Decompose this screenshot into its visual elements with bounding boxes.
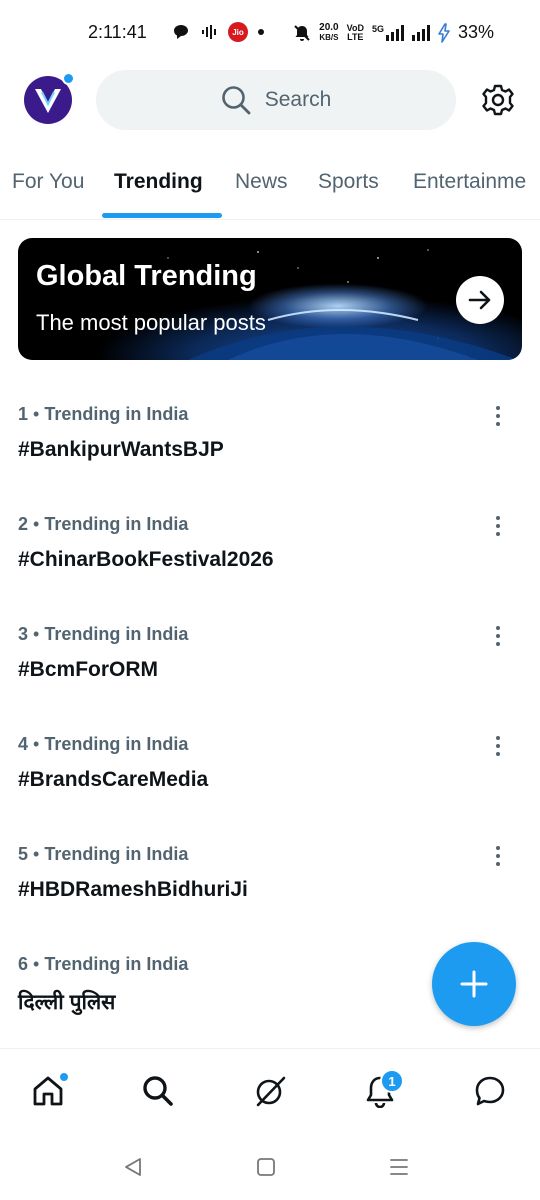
top-header: Search [0, 68, 540, 134]
trend-row[interactable]: 4 • Trending in India #BrandsCareMedia [0, 734, 540, 844]
more-options-icon[interactable] [488, 404, 508, 428]
active-tab-indicator [102, 213, 222, 218]
search-input[interactable]: Search [96, 70, 456, 130]
gear-icon [482, 84, 514, 116]
trend-meta: 2 • Trending in India [18, 514, 189, 534]
banner-subtitle: The most popular posts [36, 310, 266, 335]
trend-row[interactable]: 2 • Trending in India #ChinarBookFestiva… [0, 514, 540, 624]
battery-percent: 33% [457, 22, 494, 42]
nav-messages[interactable] [470, 1071, 510, 1111]
chat-bubble-icon [174, 25, 188, 39]
notification-count-badge: 1 [380, 1069, 404, 1093]
search-placeholder: Search [264, 88, 332, 111]
trend-meta: 3 • Trending in India [18, 624, 189, 644]
trend-tag: #BankipurWantsBJP [18, 438, 224, 461]
jio-icon: Jio [228, 22, 248, 42]
volte-indicator: VoD LTE [346, 22, 364, 42]
signal-bars-icon [411, 24, 430, 41]
trend-tag: #ChinarBookFestival2026 [18, 548, 274, 571]
home-unread-dot [58, 1071, 70, 1083]
trend-tag: #BrandsCareMedia [18, 768, 209, 791]
tab-for-you[interactable]: For You [12, 170, 84, 194]
compose-post-button[interactable] [432, 942, 516, 1026]
trend-meta: 6 • Trending in India [18, 954, 189, 974]
tab-entertainment[interactable]: Entertainme [413, 170, 526, 194]
mute-bell-icon [294, 24, 310, 41]
nav-grok[interactable] [250, 1071, 290, 1111]
notification-dot-icon [258, 29, 264, 35]
home-square-icon [257, 1158, 275, 1176]
status-time: 2:11:41 [88, 22, 147, 42]
system-nav-bar [0, 1134, 540, 1200]
global-trending-banner[interactable]: Global Trending The most popular posts [18, 238, 522, 360]
grok-icon [256, 1076, 286, 1107]
messages-icon [475, 1076, 505, 1106]
profile-logo-icon [35, 89, 61, 113]
trend-meta: 1 • Trending in India [18, 404, 189, 424]
trend-tag: #HBDRameshBidhuriJi [18, 878, 248, 901]
status-bar: 2:11:41 Jio 20.0 KB/S VoD LTE 5G 33% [0, 0, 540, 68]
tab-bar: For You Trending News Sports Entertainme [0, 160, 540, 220]
avatar-notification-dot [62, 72, 75, 85]
more-options-icon[interactable] [488, 624, 508, 648]
bottom-nav: 1 [0, 1048, 540, 1134]
arrow-right-icon [468, 290, 491, 310]
banner-open-button[interactable] [456, 276, 504, 324]
more-options-icon[interactable] [488, 844, 508, 868]
net-speed: 20.0 KB/S [319, 21, 339, 42]
trend-meta: 4 • Trending in India [18, 734, 189, 754]
back-triangle-icon [125, 1158, 141, 1176]
charging-bolt-icon [438, 22, 450, 43]
trend-row[interactable]: 1 • Trending in India #BankipurWantsBJP [0, 404, 540, 514]
tab-news[interactable]: News [235, 170, 288, 194]
trend-row[interactable]: 5 • Trending in India #HBDRameshBidhuriJ… [0, 844, 540, 954]
trend-meta: 5 • Trending in India [18, 844, 189, 864]
tab-trending[interactable]: Trending [114, 170, 203, 194]
nav-explore[interactable] [138, 1071, 178, 1111]
voice-wave-icon [202, 25, 216, 39]
more-options-icon[interactable] [488, 734, 508, 758]
more-options-icon[interactable] [488, 514, 508, 538]
system-back-button[interactable] [120, 1154, 146, 1180]
signal-bars-icon [385, 24, 404, 41]
network-type: 5G [371, 23, 384, 34]
settings-button[interactable] [480, 82, 516, 118]
tab-sports[interactable]: Sports [318, 170, 379, 194]
trend-row[interactable]: 3 • Trending in India #BcmForORM [0, 624, 540, 734]
trend-tag: दिल्ली पुलिस [18, 991, 116, 1014]
earth-image [167, 249, 518, 360]
banner-title: Global Trending [36, 260, 257, 292]
menu-lines-icon [390, 1159, 408, 1175]
plus-icon [460, 970, 488, 998]
system-home-button[interactable] [253, 1154, 279, 1180]
search-icon [143, 1076, 173, 1106]
search-icon [221, 86, 251, 115]
trend-tag: #BcmForORM [18, 658, 159, 681]
system-recents-button[interactable] [386, 1154, 412, 1180]
